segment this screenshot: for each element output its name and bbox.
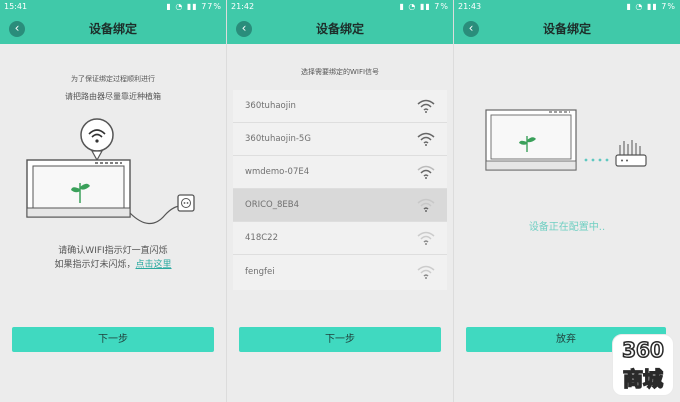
wifi-item[interactable]: 418C22: [233, 222, 447, 255]
status-bar: 21:42 ▮ ◔ ▮▮ 7%: [227, 0, 453, 14]
status-time: 21:42: [231, 2, 255, 11]
wifi-item[interactable]: wmdemo-07E4: [233, 156, 447, 189]
status-time: 15:41: [4, 2, 28, 11]
wifi-name: 360tuhaojin-5G: [245, 134, 311, 144]
wifi-item[interactable]: 360tuhaojin: [233, 90, 447, 123]
page-title: 设备绑定: [542, 22, 591, 36]
screen-bind-guide: 15:41 ▮ ◔ ▮▮ 77% ‹ 设备绑定 为了保证绑定过程顺利进行 请把路…: [0, 0, 226, 402]
status-icons: ▮ ◔ ▮▮ 7%: [399, 2, 449, 11]
wifi-item[interactable]: 360tuhaojin-5G: [233, 123, 447, 156]
confirm-line-2-text: 如果指示灯未闪烁，: [54, 260, 136, 270]
confirm-line-2: 如果指示灯未闪烁，点击这里: [0, 257, 226, 270]
click-here-link[interactable]: 点击这里: [136, 260, 172, 270]
status-icons: ▮ ◔ ▮▮ 77%: [166, 2, 222, 11]
status-icons: ▮ ◔ ▮▮ 7%: [626, 2, 676, 11]
router-planter-illustration: [26, 118, 195, 225]
wifi-item[interactable]: fengfei: [233, 256, 447, 289]
instruction-line-1: 为了保证绑定过程顺利进行: [71, 75, 155, 83]
wifi-item-selected[interactable]: ORICO_8EB4: [233, 189, 447, 222]
wifi-name: wmdemo-07E4: [245, 167, 310, 177]
configuring-illustration: [485, 109, 647, 171]
wifi-name: ORICO_8EB4: [245, 200, 299, 210]
wifi-signal-icon: [417, 132, 435, 146]
status-bar: 21:43 ▮ ◔ ▮▮ 7%: [454, 0, 680, 14]
planter-box-icon: [485, 109, 577, 171]
wifi-signal-icon: [417, 198, 435, 212]
planter-box-icon: [26, 159, 131, 218]
app-header: ‹ 设备绑定: [0, 14, 226, 44]
wifi-name: fengfei: [245, 267, 275, 277]
wifi-signal-icon: [417, 99, 435, 113]
battery-level: 7%: [434, 2, 449, 11]
next-step-button[interactable]: 下一步: [12, 327, 214, 352]
next-step-button[interactable]: 下一步: [239, 327, 441, 352]
wifi-signal-icon: [417, 165, 435, 179]
progress-dots-icon: [584, 158, 609, 162]
power-outlet-icon: [177, 194, 195, 212]
instruction-line-2: 请把路由器尽量靠近种植箱: [65, 92, 161, 101]
wifi-list: 360tuhaojin 360tuhaojin-5G wmdemo-07E4 O…: [233, 90, 447, 290]
configuring-status: 设备正在配置中..: [528, 222, 606, 233]
battery-level: 7%: [661, 2, 676, 11]
status-bar: 15:41 ▮ ◔ ▮▮ 77%: [0, 0, 226, 14]
confirm-line-1: 请确认WIFI指示灯一直闪烁: [58, 246, 168, 256]
battery-level: 77%: [201, 2, 222, 11]
360-mall-logo: 360 商城: [612, 334, 674, 396]
logo-top-text: 360: [621, 337, 664, 363]
router-icon: [615, 140, 647, 167]
page-title: 设备绑定: [88, 22, 137, 36]
status-time: 21:43: [458, 2, 482, 11]
logo-bottom-text: 商城: [622, 366, 664, 392]
app-header: ‹ 设备绑定: [454, 14, 680, 44]
wifi-bubble-icon: [80, 118, 114, 162]
app-header: ‹ 设备绑定: [227, 14, 453, 44]
wifi-signal-icon: [417, 265, 435, 279]
page-title: 设备绑定: [315, 22, 364, 36]
wifi-signal-icon: [417, 231, 435, 245]
wifi-name: 418C22: [245, 233, 278, 243]
wifi-name: 360tuhaojin: [245, 101, 296, 111]
wifi-instruction: 选择需要绑定的WIFI信号: [300, 68, 380, 76]
